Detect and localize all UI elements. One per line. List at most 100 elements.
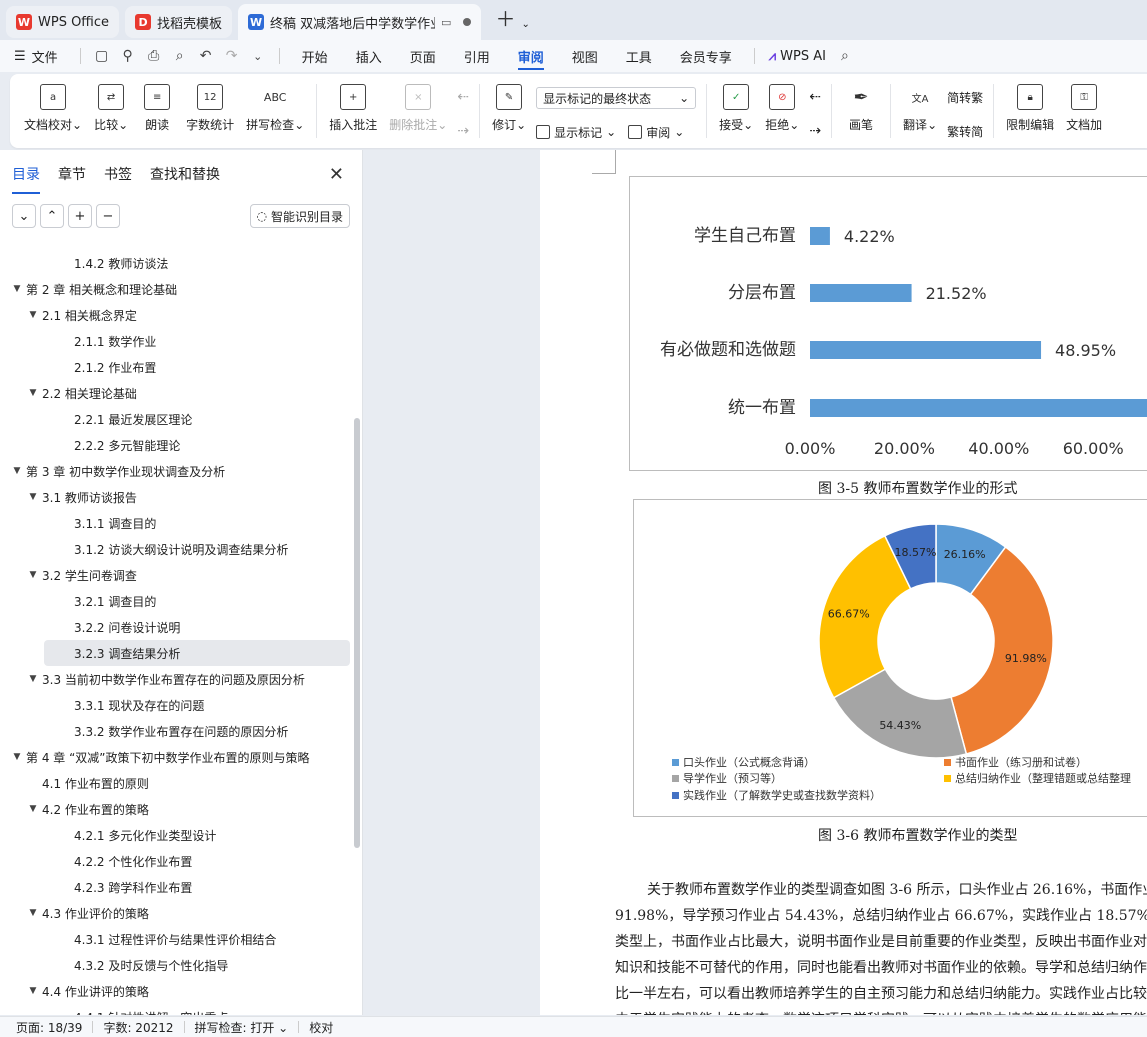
to-traditional-button[interactable]: 简转繁 xyxy=(947,89,983,106)
expand-triangle-icon[interactable]: ▼ xyxy=(26,908,40,918)
pen-button[interactable]: ✒ 画笔 xyxy=(838,80,884,148)
expand-triangle-icon[interactable]: ▼ xyxy=(26,388,40,398)
toc-item[interactable]: ▼ 3.1 教师访谈报告 xyxy=(0,484,352,510)
restrict-edit-button[interactable]: 🔒︎ 限制编辑 xyxy=(1000,80,1060,148)
next-comment-icon[interactable]: ⇢ xyxy=(457,123,469,139)
toc-item[interactable]: 1.4.2 教师访谈法 xyxy=(0,250,352,276)
accept-button[interactable]: ✓ 接受⌄ xyxy=(713,80,759,148)
show-markup-button[interactable]: 显示标记 ⌄ xyxy=(536,124,616,141)
expand-triangle-icon[interactable]: ▼ xyxy=(26,492,40,502)
unsaved-dot-icon[interactable] xyxy=(463,18,472,26)
toc-item[interactable]: 4.3.1 过程性评价与结果性评价相结合 xyxy=(0,926,352,952)
to-simplified-button[interactable]: 繁转简 xyxy=(947,123,983,140)
wps-ai-icon[interactable]: ⩘ xyxy=(769,49,776,64)
revise-button[interactable]: ✎ 修订⌄ xyxy=(486,80,532,148)
word-count[interactable]: 字数: 20212 xyxy=(93,1019,183,1036)
toc-item[interactable]: ▼ 4.2 作业布置的策略 xyxy=(0,796,352,822)
next-change-icon[interactable]: ⇢ xyxy=(809,123,821,139)
toc-item[interactable]: ▼ 3.2 学生问卷调查 xyxy=(0,562,352,588)
menu-page[interactable]: 页面 xyxy=(396,40,450,72)
expand-triangle-icon[interactable]: ▼ xyxy=(26,986,40,996)
doc-encrypt-button[interactable]: ⚿ 文档加 xyxy=(1060,80,1108,148)
toc-item[interactable]: 3.1.1 调查目的 xyxy=(0,510,352,536)
toc-item[interactable]: 2.2.1 最近发展区理论 xyxy=(0,406,352,432)
print-preview-icon[interactable]: ⌕ xyxy=(167,48,193,64)
toc-item[interactable]: ▼ 2.1 相关概念界定 xyxy=(0,302,352,328)
minus-icon[interactable]: − xyxy=(96,204,120,228)
chevron-up-icon[interactable]: ⌃ xyxy=(40,204,64,228)
window-icon[interactable]: ▭ xyxy=(441,16,451,29)
word-count-button[interactable]: 12 字数统计 xyxy=(180,80,240,148)
toc-item[interactable]: 3.3.1 现状及存在的问题 xyxy=(0,692,352,718)
toc-item-selected[interactable]: 3.2.3 调查结果分析 xyxy=(44,640,350,666)
tab-find-replace[interactable]: 查找和替换 xyxy=(150,160,220,188)
toc-item[interactable]: ▼ 4.4 作业讲评的策略 xyxy=(0,978,352,1004)
chevron-down-icon[interactable]: ⌄ xyxy=(12,204,36,228)
toc-item[interactable]: 3.2.2 问卷设计说明 xyxy=(0,614,352,640)
toc-item[interactable]: 3.1.2 访谈大纲设计说明及调查结果分析 xyxy=(0,536,352,562)
menu-wps-ai[interactable]: WPS AI xyxy=(776,40,832,72)
expand-triangle-icon[interactable]: ▼ xyxy=(26,570,40,580)
toc-item[interactable]: ▼ 3.3 当前初中数学作业布置存在的问题及原因分析 xyxy=(0,666,352,692)
expand-triangle-icon[interactable]: ▼ xyxy=(10,284,24,294)
tab-template[interactable]: D 找稻壳模板 xyxy=(125,6,233,38)
toc-item[interactable]: 2.1.2 作业布置 xyxy=(0,354,352,380)
menu-view[interactable]: 视图 xyxy=(558,40,612,72)
menu-reference[interactable]: 引用 xyxy=(450,40,504,72)
toc-item[interactable]: 3.3.2 数学作业布置存在问题的原因分析 xyxy=(0,718,352,744)
proofread-status[interactable]: 校对 xyxy=(299,1019,343,1036)
tab-toc[interactable]: 目录 xyxy=(12,160,40,194)
prev-comment-icon[interactable]: ⇠ xyxy=(457,89,469,105)
tab-wps-office[interactable]: W WPS Office xyxy=(6,6,120,38)
toc-item[interactable]: ▼ 2.2 相关理论基础 xyxy=(0,380,352,406)
menu-insert[interactable]: 插入 xyxy=(342,40,396,72)
hamburger-icon[interactable]: ☰ xyxy=(14,49,26,64)
expand-triangle-icon[interactable]: ▼ xyxy=(26,674,40,684)
search-icon[interactable]: ⌕ xyxy=(832,48,858,64)
doc-check-button[interactable]: a 文档校对⌄ xyxy=(18,80,88,148)
delete-comment-button[interactable]: × 删除批注⌄ xyxy=(383,80,453,148)
toc-item[interactable]: 4.2.1 多元化作业类型设计 xyxy=(0,822,352,848)
toc-item[interactable]: 4.2.2 个性化作业布置 xyxy=(0,848,352,874)
new-tab-plus-icon[interactable]: ＋ xyxy=(495,3,515,32)
prev-change-icon[interactable]: ⇠ xyxy=(809,89,821,105)
menu-start[interactable]: 开始 xyxy=(288,40,342,72)
toc-item[interactable]: 2.2.2 多元智能理论 xyxy=(0,432,352,458)
expand-triangle-icon[interactable]: ▼ xyxy=(10,466,24,476)
markup-state-select[interactable]: 显示标记的最终状态 ⌄ xyxy=(536,87,697,110)
menu-review[interactable]: 审阅 xyxy=(504,40,558,72)
toc-item[interactable]: ▼ 第 3 章 初中数学作业现状调查及分析 xyxy=(0,458,352,484)
chevron-down-icon[interactable]: ⌄ xyxy=(245,50,271,63)
expand-triangle-icon[interactable]: ▼ xyxy=(26,804,40,814)
scrollbar[interactable] xyxy=(354,418,360,848)
menu-member[interactable]: 会员专享 xyxy=(666,40,746,72)
tab-bookmark[interactable]: 书签 xyxy=(104,160,132,188)
smart-toc-button[interactable]: ◌ 智能识别目录 xyxy=(249,204,350,228)
toc-item[interactable]: 4.4.1 针对性讲解，突出重点 xyxy=(0,1004,352,1016)
insert-comment-button[interactable]: + 插入批注 xyxy=(323,80,383,148)
tab-document[interactable]: W 终稿 双减落地后中学数学作业 ▭ xyxy=(238,4,482,40)
review-pane-button[interactable]: 审阅 ⌄ xyxy=(628,124,684,141)
toc-item[interactable]: ▼ 第 2 章 相关概念和理论基础 xyxy=(0,276,352,302)
redo-icon[interactable]: ↷ xyxy=(219,48,245,64)
reject-button[interactable]: ⊘ 拒绝⌄ xyxy=(759,80,805,148)
spell-check-button[interactable]: ABC 拼写检查⌄ xyxy=(240,80,310,148)
toc-item[interactable]: 4.2.3 跨学科作业布置 xyxy=(0,874,352,900)
print-icon[interactable]: ⎙ xyxy=(141,48,167,64)
save-icon[interactable]: ▢ xyxy=(89,48,115,64)
toc-item[interactable]: 3.2.1 调查目的 xyxy=(0,588,352,614)
close-icon[interactable]: ✕ xyxy=(329,164,344,185)
toc-item[interactable]: ▼ 第 4 章 “双减”政策下初中数学作业布置的原则与策略 xyxy=(0,744,352,770)
toc-item[interactable]: ▼ 4.3 作业评价的策略 xyxy=(0,900,352,926)
menu-file[interactable]: 文件 xyxy=(30,40,72,72)
expand-triangle-icon[interactable]: ▼ xyxy=(26,310,40,320)
toc-item[interactable]: 4.1 作业布置的原则 xyxy=(0,770,352,796)
translate-button[interactable]: 文A 翻译⌄ xyxy=(897,80,943,148)
undo-icon[interactable]: ↶ xyxy=(193,48,219,64)
plus-icon[interactable]: + xyxy=(68,204,92,228)
toc-item[interactable]: 4.3.2 及时反馈与个性化指导 xyxy=(0,952,352,978)
toc-item[interactable]: 2.1.1 数学作业 xyxy=(0,328,352,354)
expand-triangle-icon[interactable]: ▼ xyxy=(10,752,24,762)
share-icon[interactable]: ⚲ xyxy=(115,48,141,64)
read-aloud-button[interactable]: ≡ 朗读 xyxy=(134,80,180,148)
